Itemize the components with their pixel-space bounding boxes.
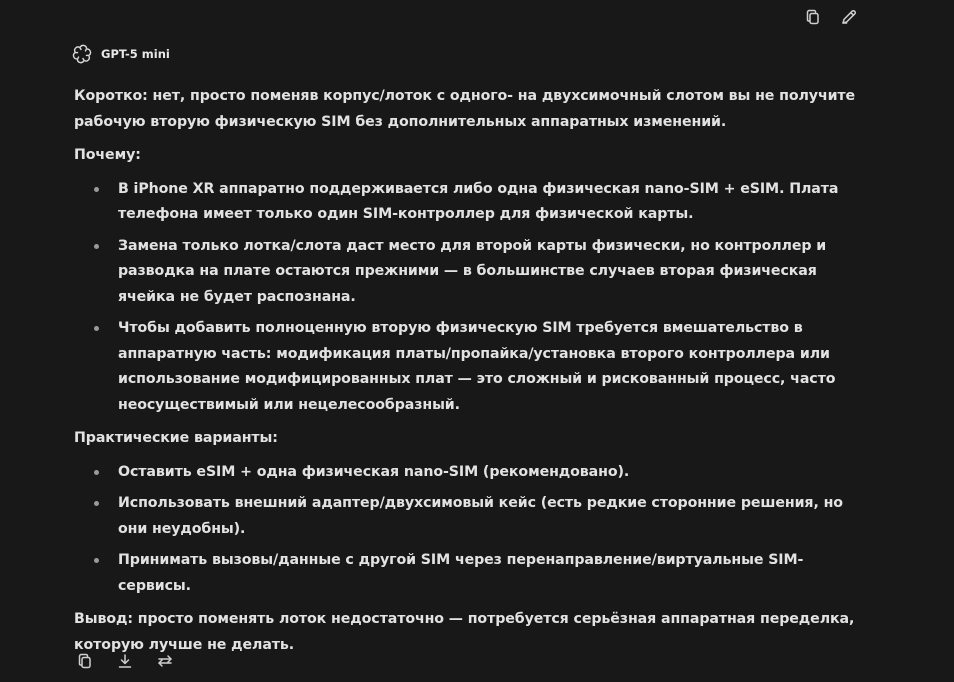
assistant-message: Коротко: нет, просто поменяв корпус/лото… <box>74 84 874 666</box>
edit-icon <box>842 9 857 24</box>
message-actions <box>72 648 178 674</box>
list-item: Использовать внешний адаптер/двухсимовый… <box>94 491 874 542</box>
options-heading: Практические варианты: <box>74 430 278 446</box>
regenerate-icon <box>158 655 172 667</box>
options-list: Оставить eSIM + одна физическая nano-SIM… <box>74 460 874 600</box>
copy-button[interactable] <box>800 4 826 30</box>
list-item: В iPhone XR аппаратно поддерживается либ… <box>94 177 874 228</box>
list-item: Оставить eSIM + одна физическая nano-SIM… <box>94 460 874 486</box>
message-intro: Коротко: нет, просто поменяв корпус/лото… <box>74 88 856 130</box>
list-item: Замена только лотка/слота даст место для… <box>94 234 874 311</box>
copy-icon <box>78 653 91 669</box>
list-item: Принимать вызовы/данные с другой SIM чер… <box>94 548 874 599</box>
model-name: GPT-5 mini <box>101 47 170 61</box>
model-header: GPT-5 mini <box>72 44 170 64</box>
copy-icon <box>806 9 819 25</box>
why-list: В iPhone XR аппаратно поддерживается либ… <box>74 177 874 419</box>
regenerate-button[interactable] <box>152 648 178 674</box>
message-toolbar <box>800 4 862 30</box>
list-item: Чтобы добавить полноценную вторую физиче… <box>94 316 874 418</box>
message-conclusion: Вывод: просто поменять лоток недостаточн… <box>74 611 855 653</box>
copy-response-button[interactable] <box>72 648 98 674</box>
download-icon <box>118 654 132 668</box>
why-heading: Почему: <box>74 147 141 163</box>
edit-button[interactable] <box>836 4 862 30</box>
download-button[interactable] <box>112 648 138 674</box>
openai-logo-icon <box>72 44 92 64</box>
